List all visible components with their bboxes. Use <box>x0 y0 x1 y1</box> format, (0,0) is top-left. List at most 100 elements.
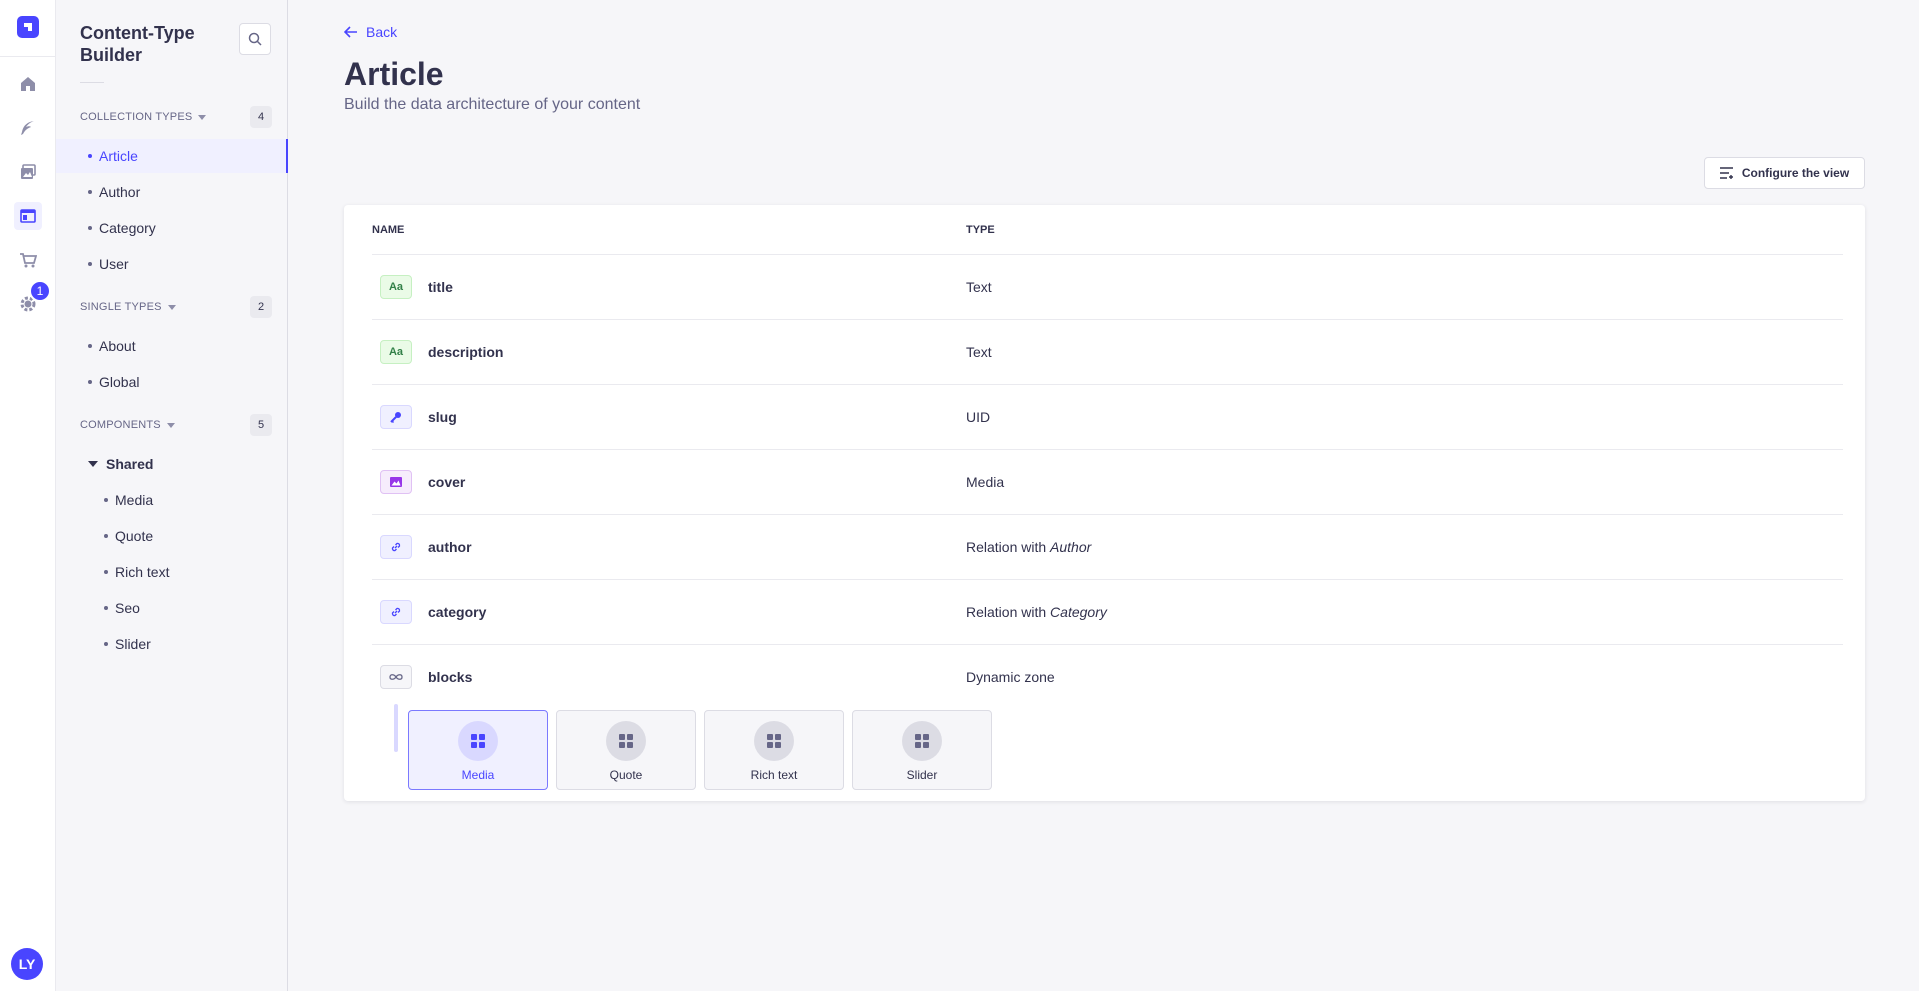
nav-item-user[interactable]: User <box>56 247 288 281</box>
field-row-author[interactable]: author Relation with Author <box>372 515 1843 580</box>
nav-item-slider[interactable]: Slider <box>56 627 288 661</box>
media-icon <box>380 470 412 494</box>
nav-item-global[interactable]: Global <box>56 365 288 399</box>
dynamic-zone-indicator <box>394 704 398 752</box>
field-type: Dynamic zone <box>966 669 1055 685</box>
field-name: blocks <box>428 669 473 685</box>
components-label: COMPONENTS <box>80 419 161 431</box>
collection-types-header[interactable]: COLLECTION TYPES 4 <box>80 105 272 129</box>
arrow-left-icon <box>344 26 357 38</box>
nav-item-media[interactable]: Media <box>56 483 288 517</box>
component-label: Rich text <box>750 768 798 782</box>
single-types-count: 2 <box>250 296 272 318</box>
field-name: cover <box>428 474 466 490</box>
field-name: category <box>428 604 487 620</box>
component-label: Media <box>461 768 495 782</box>
link-icon <box>380 600 412 624</box>
group-label: Shared <box>106 456 154 472</box>
nav-item-label: Rich text <box>115 564 170 580</box>
field-type: Relation with Category <box>966 604 1107 620</box>
nav-item-label: Slider <box>115 636 151 652</box>
link-icon <box>380 535 412 559</box>
chevron-down-icon <box>166 422 175 428</box>
content-type-subnav: Content-Type Builder COLLECTION TYPES 4 … <box>56 0 288 991</box>
dz-component-quote[interactable]: Quote <box>556 710 696 790</box>
nav-item-about[interactable]: About <box>56 329 288 363</box>
components-header[interactable]: COMPONENTS 5 <box>80 413 272 437</box>
nav-item-author[interactable]: Author <box>56 175 288 209</box>
single-types-label: SINGLE TYPES <box>80 301 162 313</box>
field-row-category[interactable]: category Relation with Category <box>372 580 1843 645</box>
collection-types-count: 4 <box>250 106 272 128</box>
relation-target: Category <box>1050 604 1107 620</box>
nav-item-article[interactable]: Article <box>56 139 288 173</box>
field-name: title <box>428 279 453 295</box>
marketplace-cart-icon[interactable] <box>14 246 42 274</box>
field-row-description[interactable]: Aa description Text <box>372 320 1843 385</box>
main-content: Back Article Build the data architecture… <box>288 0 1919 991</box>
content-manager-feather-icon[interactable] <box>14 114 42 142</box>
nav-item-label: Quote <box>115 528 154 544</box>
collection-types-label: COLLECTION TYPES <box>80 111 193 123</box>
home-icon[interactable] <box>14 70 42 98</box>
field-row-title[interactable]: Aa title Text <box>372 255 1843 320</box>
infinity-icon <box>380 665 412 689</box>
nav-item-label: About <box>99 338 136 354</box>
nav-item-category[interactable]: Category <box>56 211 288 245</box>
field-row-blocks[interactable]: blocks Dynamic zone <box>372 645 1843 710</box>
media-library-icon[interactable] <box>14 158 42 186</box>
page-subtitle: Build the data architecture of your cont… <box>344 96 641 113</box>
nav-item-label: Seo <box>115 600 140 616</box>
field-type: Media <box>966 474 1005 490</box>
configure-view-label: Configure the view <box>1741 166 1850 180</box>
field-name: author <box>428 539 472 555</box>
component-grid-icon <box>754 721 794 761</box>
component-grid-icon <box>902 721 942 761</box>
nav-item-label: Media <box>115 492 154 508</box>
text-icon: Aa <box>380 275 412 299</box>
back-label: Back <box>366 24 398 40</box>
table-header: NAME TYPE <box>372 205 1843 255</box>
strapi-logo-icon[interactable] <box>17 16 39 38</box>
component-grid-icon <box>458 721 498 761</box>
main-nav-rail: 1 LY <box>0 0 56 991</box>
subnav-divider <box>80 82 104 83</box>
content-type-builder-icon[interactable] <box>14 202 42 230</box>
components-group-shared[interactable]: Shared <box>88 452 153 476</box>
text-icon: Aa <box>380 340 412 364</box>
fields-table-card: NAME TYPE Aa title Text Aa description T… <box>344 205 1865 801</box>
nav-item-label: User <box>99 256 129 272</box>
settings-notification-badge: 1 <box>29 280 51 302</box>
field-type: Text <box>966 344 992 360</box>
relation-target: Author <box>1050 539 1092 555</box>
nav-item-label: Category <box>99 220 156 236</box>
field-name: slug <box>428 409 457 425</box>
field-row-slug[interactable]: slug UID <box>372 385 1843 450</box>
dz-component-slider[interactable]: Slider <box>852 710 992 790</box>
key-icon <box>380 405 412 429</box>
subnav-title: Content-Type Builder <box>80 23 195 65</box>
nav-item-seo[interactable]: Seo <box>56 591 288 625</box>
chevron-down-icon <box>198 114 207 120</box>
caret-down-icon <box>88 461 98 467</box>
field-type: UID <box>966 409 991 425</box>
search-icon <box>248 32 262 46</box>
components-count: 5 <box>250 414 272 436</box>
rail-divider <box>0 56 56 57</box>
nav-item-label: Global <box>99 374 140 390</box>
chevron-down-icon <box>167 304 176 310</box>
nav-item-label: Article <box>99 148 138 164</box>
field-name: description <box>428 344 504 360</box>
user-avatar[interactable]: LY <box>11 948 43 980</box>
dz-component-media[interactable]: Media <box>408 710 548 790</box>
nav-item-rich-text[interactable]: Rich text <box>56 555 288 589</box>
subnav-search-button[interactable] <box>239 23 271 55</box>
dz-component-rich-text[interactable]: Rich text <box>704 710 844 790</box>
nav-item-label: Author <box>99 184 141 200</box>
nav-item-quote[interactable]: Quote <box>56 519 288 553</box>
configure-view-button[interactable]: Configure the view <box>1704 157 1865 189</box>
field-row-cover[interactable]: cover Media <box>372 450 1843 515</box>
back-link[interactable]: Back <box>344 24 397 40</box>
single-types-header[interactable]: SINGLE TYPES 2 <box>80 295 272 319</box>
column-header-name: NAME <box>372 224 405 236</box>
